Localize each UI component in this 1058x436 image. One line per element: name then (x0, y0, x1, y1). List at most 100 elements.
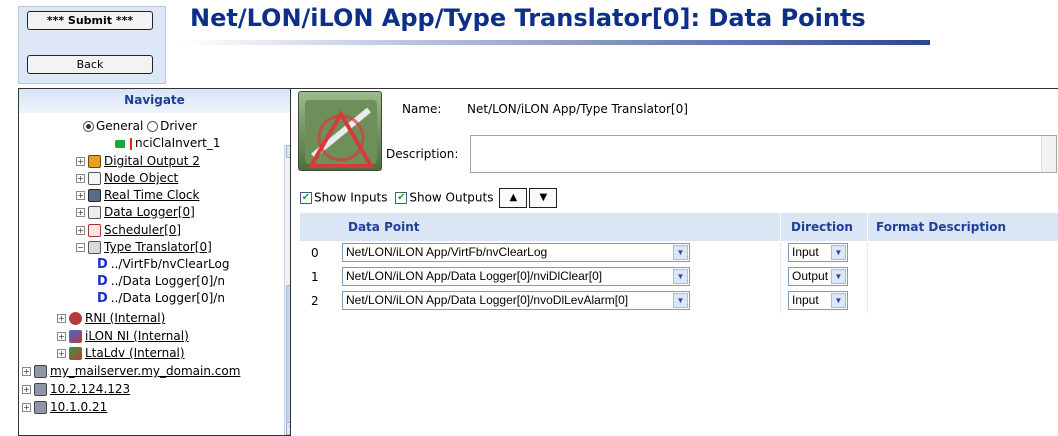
tree-item-scheduler[interactable]: + Scheduler[0] (76, 222, 181, 239)
description-scrollbar[interactable] (1041, 136, 1056, 172)
submit-button[interactable]: *** Submit *** (27, 11, 153, 30)
tree-item-label: ../Data Logger[0]/n (110, 291, 225, 305)
rni-icon (69, 312, 82, 325)
navigation-panel: Navigate General Driver nciClaInvert_1 +… (18, 88, 291, 436)
expand-icon[interactable]: + (22, 367, 31, 376)
expand-icon[interactable]: + (76, 191, 85, 200)
chevron-down-icon[interactable]: ▼ (673, 269, 688, 284)
tree-item-data-logger[interactable]: + Data Logger[0] (76, 204, 195, 221)
tree-item-label[interactable]: Real Time Clock (104, 188, 199, 202)
data-point-value: Net/LON/iLON App/VirtFb/nvClearLog (346, 245, 548, 259)
tree-item-type-translator[interactable]: − Type Translator[0] (76, 239, 212, 256)
page-title: Net/LON/iLON App/Type Translator[0]: Dat… (190, 4, 866, 32)
tree-item-label[interactable]: 10.2.124.123 (50, 382, 130, 396)
show-outputs-label: Show Outputs (409, 190, 494, 205)
column-divider (867, 241, 868, 265)
direction-select[interactable]: Input ▼ (788, 243, 848, 262)
driver-radio-label: Driver (160, 119, 198, 133)
expand-icon[interactable]: + (76, 157, 85, 166)
expand-icon[interactable]: + (57, 314, 66, 323)
direction-select[interactable]: Output ▼ (788, 267, 848, 286)
tree-item-label[interactable]: RNI (Internal) (85, 311, 165, 325)
data-point-value: Net/LON/iLON App/Data Logger[0]/nviDlCle… (346, 269, 603, 283)
digital-output-icon (88, 155, 101, 168)
tree-item-label[interactable]: Type Translator[0] (104, 240, 212, 254)
direction-select[interactable]: Input ▼ (788, 291, 848, 310)
general-radio[interactable] (83, 121, 94, 132)
tree-item-datapoint[interactable]: D ../VirtFb/nvClearLog (97, 256, 229, 273)
chevron-down-icon[interactable]: ▼ (673, 293, 688, 308)
tree-item-host-2[interactable]: +10.1.0.21 (22, 399, 107, 416)
expand-icon[interactable]: + (22, 403, 31, 412)
chevron-down-icon[interactable]: ▼ (831, 245, 846, 260)
node-object-icon (88, 172, 101, 185)
tree-item-datapoint[interactable]: D ../Data Logger[0]/n (97, 290, 225, 307)
expand-icon[interactable]: + (76, 226, 85, 235)
column-header-format-description: Format Description (876, 220, 1007, 234)
tree-item-datapoint[interactable]: D ../Data Logger[0]/n (97, 273, 225, 290)
nav-scrollbar[interactable]: ▲ ▼ (284, 145, 290, 435)
show-inputs-checkbox[interactable]: ✔ (300, 192, 312, 204)
table-row: 0 Net/LON/iLON App/VirtFb/nvClearLog ▼ In… (300, 241, 1058, 265)
tree-item-label[interactable]: 10.1.0.21 (50, 400, 107, 414)
tree-item-digital-output[interactable]: + Digital Output 2 (76, 153, 200, 170)
tree-item-label[interactable]: Node Object (104, 171, 178, 185)
filter-bar: ✔ Show Inputs ✔ Show Outputs ▲ ▼ (300, 188, 558, 208)
move-down-button[interactable]: ▼ (529, 188, 558, 208)
clock-icon (88, 189, 101, 202)
green-arrow-icon (115, 139, 129, 148)
driver-radio[interactable] (147, 121, 159, 132)
column-divider (780, 289, 781, 313)
datapoint-icon: D (97, 274, 108, 289)
chevron-down-icon[interactable]: ▼ (831, 269, 846, 284)
tree-item-node-object[interactable]: + Node Object (76, 170, 178, 187)
tree-item-ncilainvert[interactable]: nciClaInvert_1 (115, 135, 221, 152)
data-point-select[interactable]: Net/LON/iLON App/Data Logger[0]/nviDlCle… (342, 267, 690, 286)
tree-item-label: ../VirtFb/nvClearLog (110, 257, 230, 271)
table-row: 1 Net/LON/iLON App/Data Logger[0]/nviDlC… (300, 265, 1058, 289)
chevron-down-icon[interactable]: ▼ (673, 245, 688, 260)
computer-icon (34, 383, 47, 396)
data-point-select[interactable]: Net/LON/iLON App/VirtFb/nvClearLog ▼ (342, 243, 690, 262)
navigate-heading: Navigate (19, 89, 290, 113)
tree-item-ltaldv[interactable]: + LtaLdv (Internal) (57, 345, 185, 362)
marker-icon (130, 137, 132, 150)
tree-item-mailserver[interactable]: + my_mailserver.my_domain.com (22, 363, 240, 380)
tree-item-label[interactable]: LtaLdv (Internal) (85, 346, 185, 360)
datapoint-icon: D (97, 291, 108, 306)
row-index: 2 (311, 294, 319, 308)
direction-value: Output (792, 269, 829, 283)
tree-item-label[interactable]: Data Logger[0] (104, 205, 195, 219)
expand-icon[interactable]: + (57, 349, 66, 358)
name-label: Name: (402, 102, 442, 116)
column-header-data-point: Data Point (348, 220, 420, 234)
expand-icon[interactable]: + (57, 332, 66, 341)
data-point-select[interactable]: Net/LON/iLON App/Data Logger[0]/nvoDlLev… (342, 291, 690, 310)
tree-item-rni[interactable]: + RNI (Internal) (57, 310, 165, 327)
tree-item-label[interactable]: Digital Output 2 (104, 154, 200, 168)
tree-item-host-1[interactable]: +10.2.124.123 (22, 381, 130, 398)
tree-item-label[interactable]: iLON NI (Internal) (85, 329, 189, 343)
collapse-icon[interactable]: − (76, 243, 85, 252)
data-point-value: Net/LON/iLON App/Data Logger[0]/nvoDlLev… (346, 293, 629, 307)
table-row: 2 Net/LON/iLON App/Data Logger[0]/nvoDlL… (300, 289, 1058, 313)
tree-item-label[interactable]: Scheduler[0] (104, 223, 181, 237)
computer-icon (34, 365, 47, 378)
column-header-direction: Direction (791, 220, 853, 234)
tree-item-ilon-ni[interactable]: + iLON NI (Internal) (57, 328, 189, 345)
column-divider (780, 241, 781, 265)
expand-icon[interactable]: + (22, 385, 31, 394)
description-textarea[interactable] (470, 135, 1057, 173)
tree-item-real-time-clock[interactable]: + Real Time Clock (76, 187, 199, 204)
tree-item-label[interactable]: my_mailserver.my_domain.com (50, 364, 240, 378)
chevron-down-icon[interactable]: ▼ (831, 293, 846, 308)
show-outputs-checkbox[interactable]: ✔ (395, 192, 408, 204)
expand-icon[interactable]: + (76, 174, 85, 183)
mode-radio-group: General Driver (83, 118, 197, 135)
table-header: Data Point Direction Format Description (300, 213, 1058, 241)
expand-icon[interactable]: + (76, 208, 85, 217)
move-up-button[interactable]: ▲ (499, 188, 528, 208)
row-index: 1 (311, 270, 319, 284)
back-button[interactable]: Back (27, 55, 153, 74)
description-label: Description: (386, 147, 459, 161)
